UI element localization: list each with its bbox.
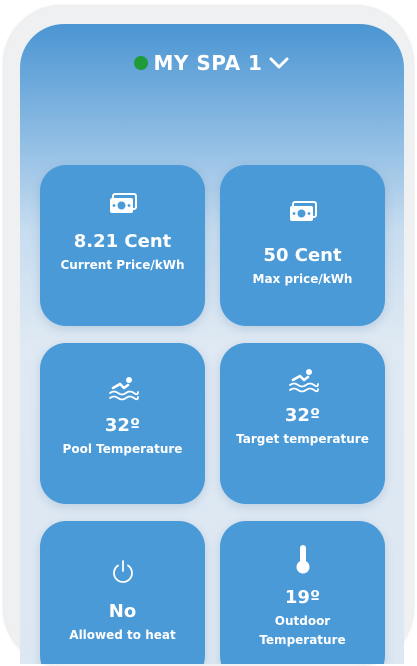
chevron-down-icon xyxy=(268,56,290,70)
max-price-card[interactable]: 50 Cent Max price/kWh xyxy=(220,165,385,326)
allowed-to-heat-value: No xyxy=(108,601,137,622)
max-price-value: 50 Cent xyxy=(263,245,342,266)
outdoor-temperature-label: Outdoor Temperature xyxy=(259,614,346,647)
spa-selector[interactable]: MY SPA 1 xyxy=(20,48,404,78)
current-price-value: 8.21 Cent xyxy=(73,231,172,252)
pool-temperature-value: 32º xyxy=(104,415,141,436)
money-icon xyxy=(288,201,318,225)
pool-temperature-label: Pool Temperature xyxy=(62,442,183,456)
target-temperature-value: 32º xyxy=(284,405,321,426)
outdoor-temperature-card[interactable]: 19º Outdoor Temperature xyxy=(220,521,385,664)
allowed-to-heat-label: Allowed to heat xyxy=(69,628,176,642)
online-status-dot xyxy=(133,56,148,70)
allowed-to-heat-card[interactable]: No Allowed to heat xyxy=(40,521,205,664)
target-temperature-label: Target temperature xyxy=(236,432,369,446)
app-screen: MY SPA 1 8.21 Cent Current Price/kWh 50 … xyxy=(20,24,404,664)
outdoor-temperature-value: 19º xyxy=(284,587,321,608)
spa-name: MY SPA 1 xyxy=(153,51,263,75)
target-temperature-card[interactable]: 32º Target temperature xyxy=(220,343,385,504)
swimmer-icon xyxy=(107,375,139,401)
pool-temperature-card[interactable]: 32º Pool Temperature xyxy=(40,343,205,504)
thermometer-icon xyxy=(294,543,312,575)
power-icon xyxy=(110,559,136,583)
current-price-label: Current Price/kWh xyxy=(60,258,185,272)
current-price-card[interactable]: 8.21 Cent Current Price/kWh xyxy=(40,165,205,326)
max-price-label: Max price/kWh xyxy=(252,272,353,286)
money-icon xyxy=(108,193,138,217)
swimmer-icon xyxy=(287,367,319,393)
